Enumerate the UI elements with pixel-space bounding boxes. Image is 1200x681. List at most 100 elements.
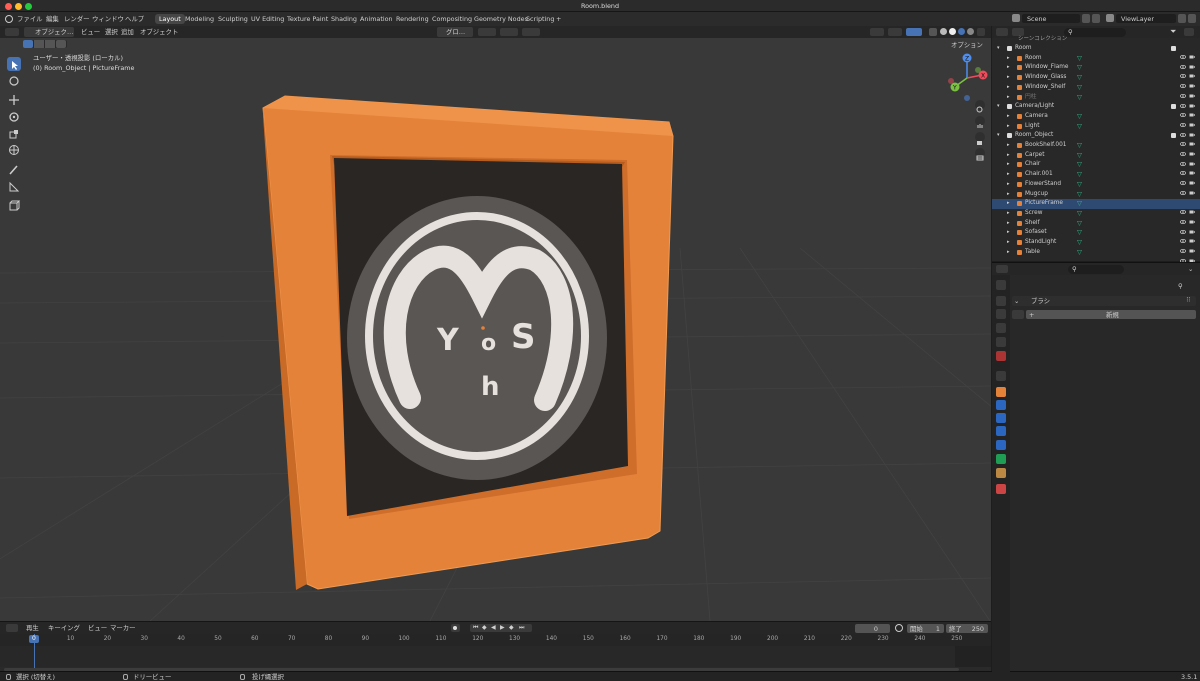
outliner-object-row[interactable]: ▸ PictureFrame ▽ (992, 199, 1200, 215)
timeline-menu-marker[interactable]: マーカー (110, 625, 136, 632)
new-brush-button[interactable]: + 新規 (1026, 310, 1196, 319)
mesh-data-icon[interactable]: ▽ (1077, 219, 1082, 226)
select-new-icon[interactable] (23, 40, 33, 48)
mesh-data-icon[interactable]: ▽ (1077, 229, 1082, 236)
select-extend-icon[interactable] (34, 40, 44, 48)
properties-editor-type-icon[interactable] (996, 265, 1008, 273)
rotate-tool[interactable] (7, 109, 21, 123)
scene-tab-icon[interactable] (996, 337, 1006, 347)
outliner-object-row[interactable]: ▸ Window_Flame ▽ (992, 63, 1200, 79)
blender-logo-icon[interactable] (5, 15, 13, 23)
data-tab-icon[interactable] (996, 454, 1006, 464)
new-collection-icon[interactable] (1184, 28, 1194, 36)
tab-animation[interactable]: Animation (356, 14, 397, 24)
xray-toggle-icon[interactable] (929, 28, 937, 36)
camera-view-icon[interactable] (975, 132, 985, 145)
mesh-data-icon[interactable]: ▽ (1077, 248, 1082, 255)
timeline-ruler[interactable]: 0 10 20 30 40 50 60 70 80 90 100 110 120 130 140 150 160… (0, 634, 991, 646)
add-cube-tool[interactable] (7, 198, 21, 212)
visibility-icon[interactable] (870, 28, 884, 36)
object-tab-icon[interactable] (996, 387, 1006, 397)
properties-search-input[interactable]: ⚲ (1068, 265, 1124, 274)
shading-wireframe-icon[interactable] (940, 28, 947, 35)
cursor-tool[interactable] (7, 73, 21, 87)
pivot-point-icon[interactable] (478, 28, 496, 36)
outliner-object-row[interactable]: ▸ FlowerStand ▽ (992, 180, 1200, 195)
expand-toggle-icon[interactable]: ▸ (1007, 220, 1010, 226)
mesh-data-icon[interactable]: ▽ (1077, 171, 1082, 178)
transform-tool[interactable] (7, 142, 21, 156)
scene-selector[interactable]: Scene (1022, 14, 1080, 23)
expand-toggle-icon[interactable]: ▸ (1007, 162, 1010, 167)
outliner-object-row[interactable]: ▸ Shelf ▽ (992, 219, 1200, 234)
mesh-data-icon[interactable]: ▽ (1077, 209, 1082, 216)
record-button[interactable] (451, 624, 460, 632)
outliner-collection-row[interactable]: ▾ Camera/Light (992, 102, 1200, 118)
outliner-object-row[interactable]: ▸ Window_Shelf ▽ (992, 83, 1200, 98)
filter-icon[interactable]: ⏷ (1170, 28, 1176, 36)
mesh-data-icon[interactable]: ▽ (1077, 190, 1082, 197)
proportional-editing-icon[interactable] (522, 28, 540, 36)
play-icon[interactable]: ▶ (500, 625, 505, 631)
menu-edit[interactable]: 編集 (46, 16, 59, 23)
modifier-tab-icon[interactable] (996, 400, 1006, 410)
mesh-data-icon[interactable]: ▽ (1077, 161, 1082, 168)
exclude-checkbox[interactable] (1171, 133, 1176, 139)
copy-view-layer-icon[interactable] (1178, 14, 1186, 23)
drag-handle-icon[interactable]: ⠿ (1186, 297, 1191, 304)
shading-material-icon[interactable] (958, 28, 965, 35)
mesh-data-icon[interactable]: ▽ (1077, 74, 1082, 81)
picture-frame-object[interactable]: Y o S h (262, 95, 674, 590)
brush-browse-icon[interactable] (1012, 310, 1024, 319)
tab-modeling[interactable]: Modeling (181, 14, 218, 24)
mesh-data-icon[interactable]: ▽ (1077, 64, 1082, 71)
display-mode-icon[interactable] (1012, 28, 1024, 36)
outliner-search-input[interactable]: ⚲ (1064, 28, 1126, 37)
prev-keyframe-icon[interactable]: ◆ (482, 625, 487, 631)
menu-help[interactable]: ヘルプ (125, 16, 144, 23)
perspective-toggle-icon[interactable] (975, 148, 985, 161)
render-tab-icon[interactable] (996, 296, 1006, 306)
select-box-tool[interactable] (7, 57, 21, 71)
expand-toggle-icon[interactable]: ▸ (1007, 84, 1010, 90)
tab-rendering[interactable]: Rendering (392, 14, 433, 24)
expand-toggle-icon[interactable]: ▸ (1007, 65, 1010, 70)
expand-toggle-icon[interactable]: ▸ (1007, 230, 1010, 235)
material-tab-icon[interactable] (996, 468, 1006, 478)
mesh-data-icon[interactable]: ▽ (1077, 83, 1082, 90)
viewport-menu-object[interactable]: オブジェクト (140, 29, 178, 36)
viewport-menu-view[interactable]: ビュー (81, 29, 100, 36)
mode-selector[interactable]: オブジェク… (24, 27, 74, 37)
mesh-data-icon[interactable]: ▽ (1077, 151, 1082, 158)
outliner-object-row[interactable]: ▸ Sofaset ▽ (992, 228, 1200, 244)
viewport-menu-add[interactable]: 追加 (121, 29, 134, 36)
3d-viewport[interactable]: Y o S h ユーザー・透視投影 (ローカル) (0) Room_Object… (0, 38, 991, 621)
outliner-object-row[interactable]: ▸ BookShelf.001 ▽ (992, 141, 1200, 157)
mesh-data-icon[interactable]: ▽ (1077, 54, 1082, 61)
clock-icon[interactable] (895, 624, 903, 632)
timeline-track-area[interactable] (0, 646, 991, 667)
tab-compositing[interactable]: Compositing (428, 14, 476, 24)
expand-toggle-icon[interactable]: ▸ (1007, 191, 1010, 197)
outliner-object-row[interactable]: ▸ Camera ▽ (992, 112, 1200, 127)
expand-toggle-icon[interactable]: ▸ (1007, 210, 1010, 216)
expand-toggle-icon[interactable]: ▸ (1007, 240, 1010, 245)
outliner-object-row[interactable]: ▸ Screw ▽ (992, 209, 1200, 224)
expand-toggle-icon[interactable]: ▸ (1007, 201, 1010, 206)
transform-orientation-dropdown[interactable]: グロ… (437, 27, 473, 37)
annotate-tool[interactable] (7, 162, 21, 176)
outliner-object-row[interactable]: ▸ Room ▽ (992, 54, 1200, 69)
expand-toggle-icon[interactable]: ▸ (1007, 75, 1010, 80)
shading-solid-icon[interactable] (949, 28, 956, 35)
constraints-tab-icon[interactable] (996, 440, 1006, 450)
expand-toggle-icon[interactable]: ▸ (1007, 181, 1010, 187)
view-layer-tab-icon[interactable] (996, 323, 1006, 333)
zoom-view-icon[interactable] (975, 100, 985, 113)
outliner-collection-row[interactable]: ▾ Room (992, 44, 1200, 60)
menu-window[interactable]: ウィンドウ (92, 16, 124, 23)
pan-view-icon[interactable] (975, 116, 985, 128)
outliner-collection-row[interactable]: ▾ Room_Object (992, 131, 1200, 147)
delete-scene-icon[interactable] (1092, 14, 1100, 23)
outliner-object-row[interactable]: ▸ 円柱 ▽ (992, 93, 1200, 108)
mesh-data-icon[interactable]: ▽ (1077, 200, 1082, 207)
